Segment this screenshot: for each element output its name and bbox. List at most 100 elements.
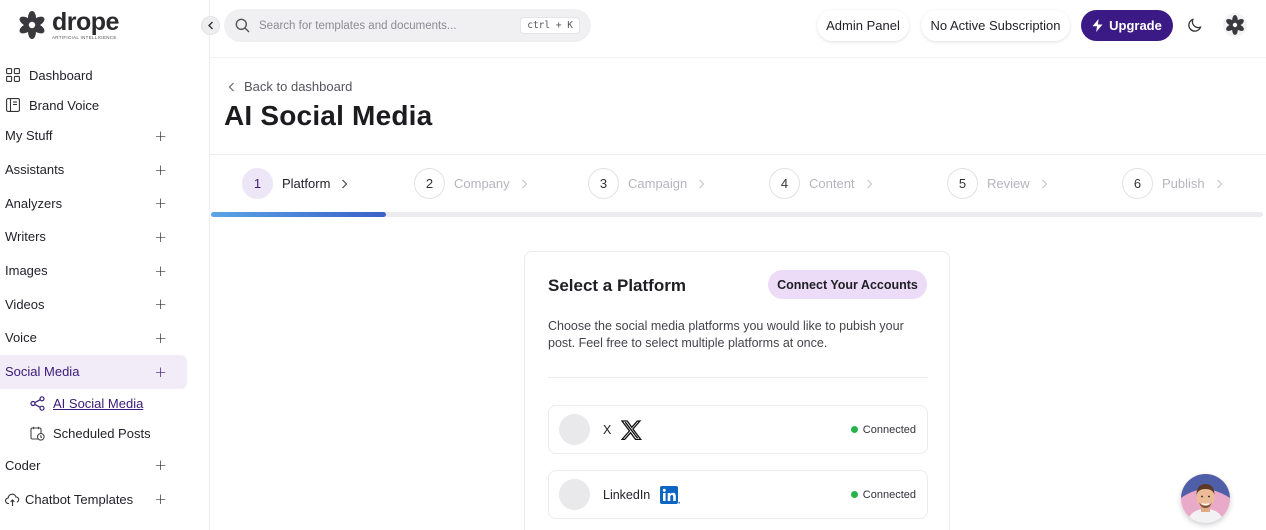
platform-option-linkedin[interactable]: LinkedIn Connected bbox=[548, 470, 928, 519]
sidebar-group-videos[interactable]: Videos + bbox=[0, 287, 187, 321]
group-label-wrap: Chatbot Templates bbox=[5, 492, 133, 507]
group-label: Coder bbox=[5, 457, 41, 473]
chevron-right-icon bbox=[1216, 179, 1222, 188]
page-title: AI Social Media bbox=[224, 100, 433, 131]
sidebar-item-label: Scheduled Posts bbox=[53, 426, 151, 441]
step-label: Publish bbox=[1162, 176, 1205, 191]
group-label: Assistants bbox=[5, 162, 65, 178]
search-shortcut-hint: ctrl + K bbox=[520, 17, 580, 34]
sidebar-item-label: Brand Voice bbox=[29, 97, 100, 113]
sidebar-item-brand-voice[interactable]: Brand Voice bbox=[0, 90, 210, 120]
back-to-dashboard-link[interactable]: Back to dashboard bbox=[228, 79, 352, 94]
step-label: Campaign bbox=[628, 176, 688, 191]
step-progress-bar bbox=[211, 212, 1263, 217]
connect-accounts-button[interactable]: Connect Your Accounts bbox=[768, 270, 927, 299]
user-avatar[interactable] bbox=[1223, 13, 1247, 37]
sidebar-group-coder[interactable]: Coder + bbox=[0, 449, 187, 483]
connection-status: Connected bbox=[850, 489, 916, 501]
header-divider bbox=[210, 57, 1266, 58]
step-campaign[interactable]: 3 Campaign bbox=[588, 168, 705, 199]
chevron-right-icon bbox=[699, 179, 705, 188]
bolt-icon bbox=[1092, 19, 1103, 32]
step-number: 4 bbox=[769, 168, 800, 199]
group-label: Voice bbox=[5, 330, 37, 346]
plus-icon: + bbox=[154, 295, 167, 314]
group-label: Writers bbox=[5, 229, 46, 245]
plus-icon: + bbox=[154, 227, 167, 246]
sidebar-item-dashboard[interactable]: Dashboard bbox=[0, 60, 210, 90]
step-content[interactable]: 4 Content bbox=[769, 168, 873, 199]
group-label: Analyzers bbox=[5, 195, 63, 211]
chevron-right-icon bbox=[521, 179, 527, 188]
platform-name: LinkedIn bbox=[603, 487, 651, 502]
step-label: Review bbox=[987, 176, 1030, 191]
group-label: My Stuff bbox=[5, 128, 53, 144]
sidebar-group-analyzers[interactable]: Analyzers + bbox=[0, 186, 187, 220]
sidebar-item-label: AI Social Media bbox=[53, 396, 144, 411]
chevron-right-icon bbox=[342, 179, 348, 188]
card-divider bbox=[548, 377, 928, 378]
step-label: Platform bbox=[282, 176, 331, 191]
search-icon bbox=[235, 18, 250, 33]
platform-option-x[interactable]: X Connected bbox=[548, 405, 928, 454]
status-dot bbox=[850, 491, 858, 498]
step-review[interactable]: 5 Review bbox=[947, 168, 1048, 199]
chevron-right-icon bbox=[1041, 179, 1047, 188]
plus-icon: + bbox=[154, 160, 167, 179]
brand-logo[interactable]: drope ARTIFICIAL INTELLIGENCE bbox=[16, 8, 119, 42]
upgrade-label: Upgrade bbox=[1109, 18, 1162, 33]
cloud-upload-icon bbox=[5, 493, 20, 506]
plus-icon: + bbox=[154, 126, 167, 145]
platform-checkbox[interactable] bbox=[559, 414, 590, 445]
platform-select-card: Select a Platform Connect Your Accounts … bbox=[524, 251, 950, 530]
plus-icon: + bbox=[154, 194, 167, 213]
platform-name: X bbox=[603, 422, 612, 437]
sidebar-item-scheduled-posts[interactable]: Scheduled Posts bbox=[0, 419, 210, 449]
assistant-face-image bbox=[1181, 474, 1230, 523]
sidebar: drope ARTIFICIAL INTELLIGENCE Dashboard … bbox=[0, 0, 210, 530]
admin-panel-button[interactable]: Admin Panel bbox=[817, 10, 909, 41]
sidebar-group-social-media[interactable]: Social Media + bbox=[0, 354, 187, 389]
plus-icon: + bbox=[154, 456, 167, 475]
sidebar-group-chatbot-templates[interactable]: Chatbot Templates + bbox=[0, 482, 187, 516]
status-dot bbox=[850, 426, 858, 433]
plus-icon: + bbox=[154, 362, 167, 381]
grid-icon bbox=[6, 68, 20, 82]
chevron-left-icon bbox=[228, 82, 234, 91]
step-platform[interactable]: 1 Platform bbox=[242, 168, 348, 199]
x-logo-icon bbox=[621, 419, 643, 440]
back-label: Back to dashboard bbox=[244, 79, 353, 94]
moon-icon[interactable] bbox=[1187, 17, 1203, 33]
step-publish[interactable]: 6 Publish bbox=[1122, 168, 1223, 199]
linkedin-logo-icon bbox=[660, 485, 681, 504]
group-label: Videos bbox=[5, 296, 45, 312]
sidebar-item-ai-social-media[interactable]: AI Social Media bbox=[0, 389, 210, 419]
card-description: Choose the social media platforms you wo… bbox=[548, 319, 904, 350]
collapse-sidebar-button[interactable] bbox=[201, 16, 220, 35]
search-input[interactable] bbox=[259, 19, 509, 32]
platform-checkbox[interactable] bbox=[559, 479, 590, 510]
sidebar-item-label: Dashboard bbox=[29, 67, 93, 83]
plus-icon: + bbox=[154, 261, 167, 280]
calendar-clock-icon bbox=[30, 426, 45, 441]
subscription-status-button[interactable]: No Active Subscription bbox=[921, 10, 1070, 41]
sidebar-group-my-stuff[interactable]: My Stuff + bbox=[0, 119, 187, 153]
search-bar[interactable]: ctrl + K bbox=[224, 9, 591, 42]
logo-mark-icon bbox=[19, 11, 45, 39]
connection-status: Connected bbox=[850, 424, 916, 436]
chevron-right-icon bbox=[866, 179, 872, 188]
step-number: 5 bbox=[947, 168, 978, 199]
chatbot-launcher-avatar[interactable] bbox=[1181, 474, 1230, 523]
book-icon bbox=[6, 98, 20, 112]
plus-icon: + bbox=[154, 490, 167, 509]
step-company[interactable]: 2 Company bbox=[414, 168, 528, 199]
sidebar-group-images[interactable]: Images + bbox=[0, 254, 187, 288]
step-progress-fill bbox=[211, 212, 386, 217]
sidebar-group-writers[interactable]: Writers + bbox=[0, 220, 187, 254]
upgrade-button[interactable]: Upgrade bbox=[1081, 10, 1173, 41]
step-number: 3 bbox=[588, 168, 619, 199]
brand-name: drope bbox=[52, 7, 119, 36]
step-number: 6 bbox=[1122, 168, 1153, 199]
sidebar-group-voice[interactable]: Voice + bbox=[0, 321, 187, 355]
sidebar-group-assistants[interactable]: Assistants + bbox=[0, 153, 187, 187]
